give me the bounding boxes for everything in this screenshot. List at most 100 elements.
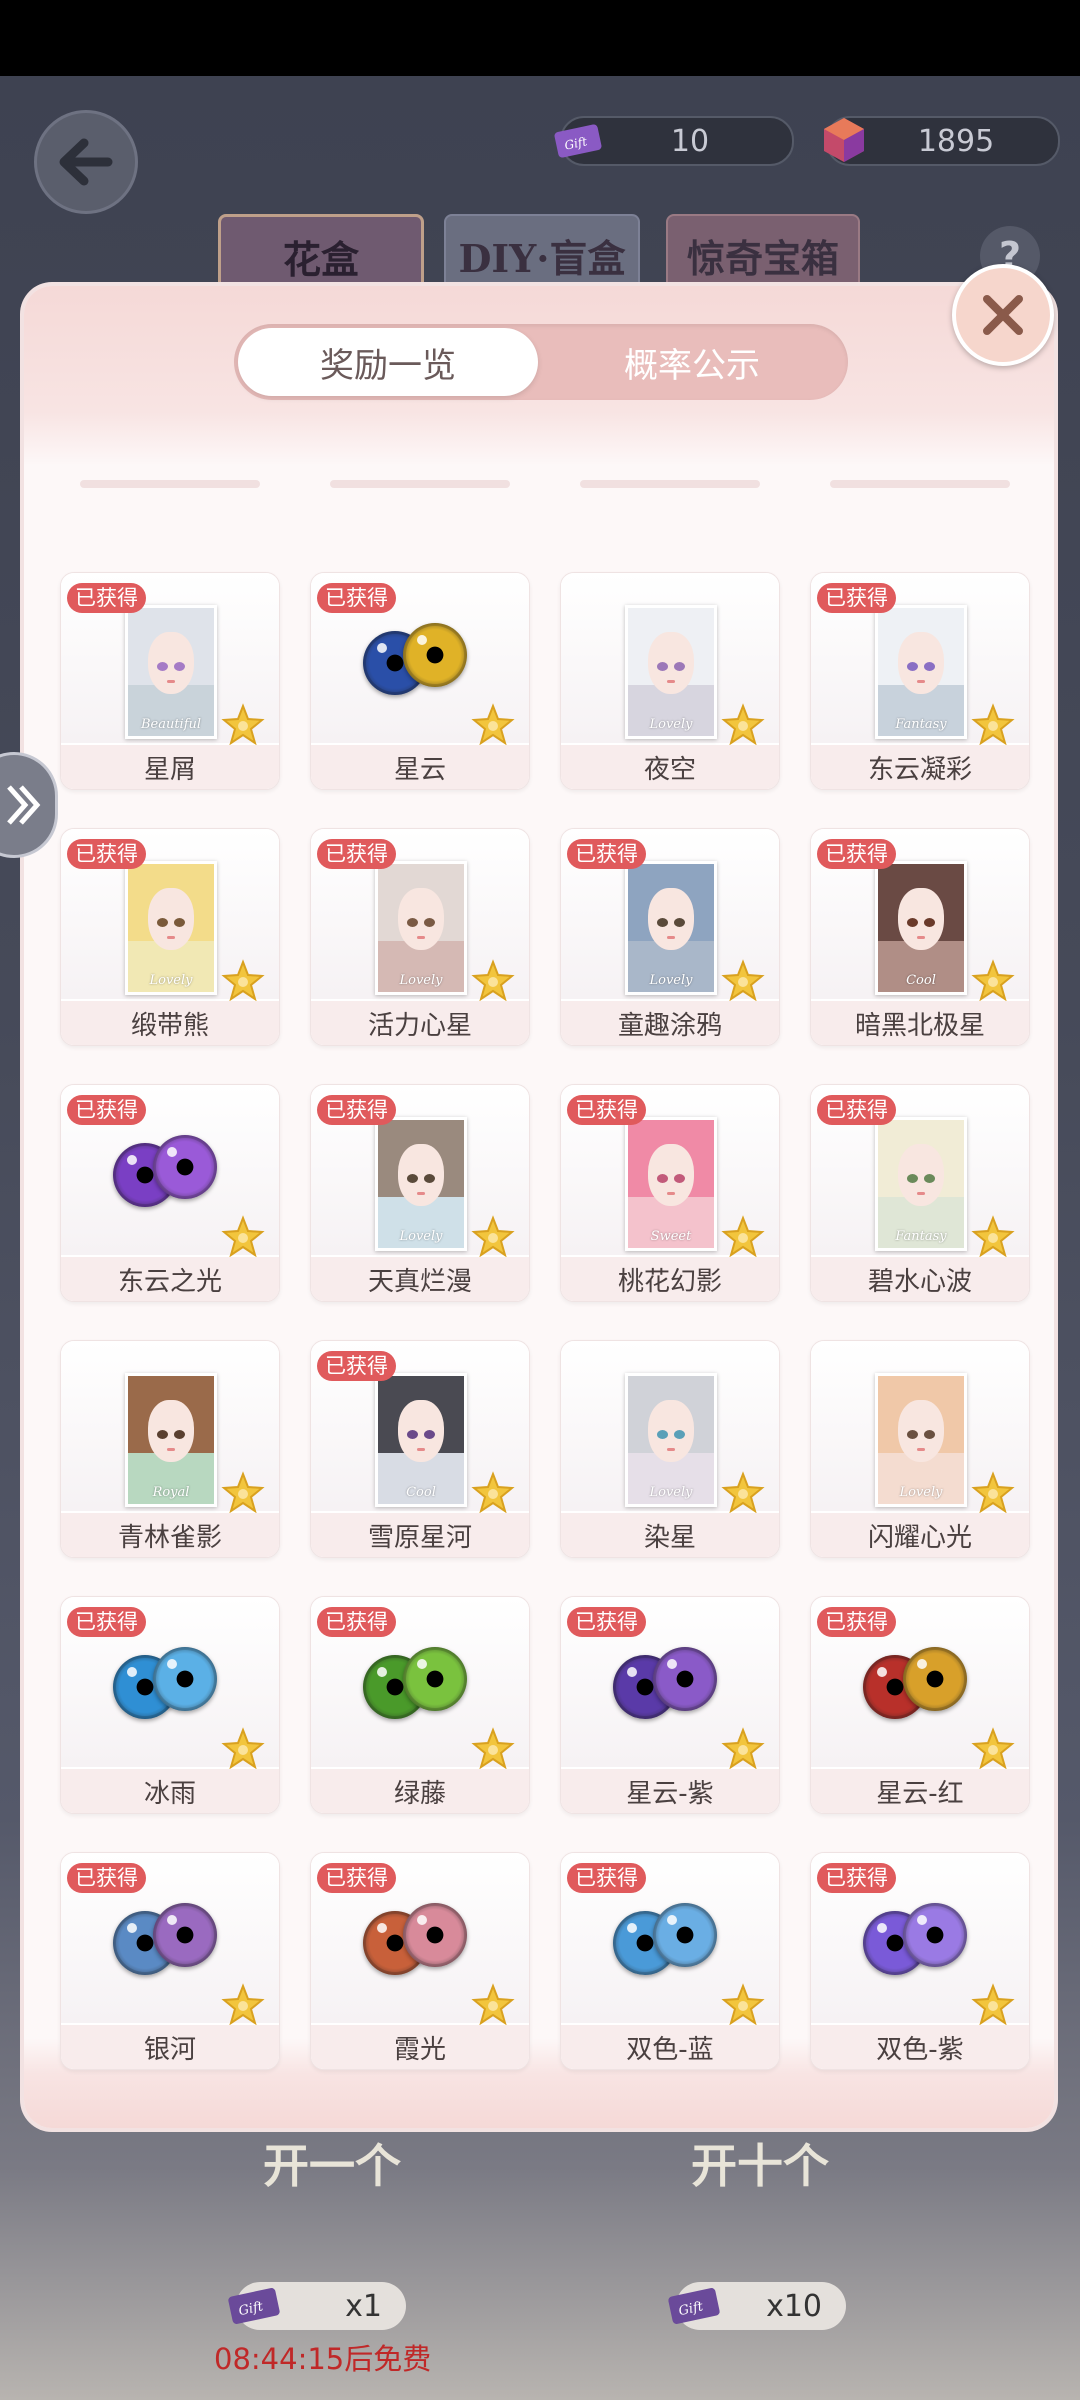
free-timer: 08:44:15后免费 (214, 2342, 432, 2376)
star-rarity-icon (471, 1727, 515, 1771)
portrait-caption: Lovely (649, 1485, 693, 1500)
reward-card[interactable]: 已获得绿藤 (310, 1596, 530, 1814)
makeup-portrait-image: Beautiful (125, 605, 217, 739)
reward-card[interactable]: Lovely 已获得 天真烂漫 (310, 1084, 530, 1302)
star-rarity-icon (971, 703, 1015, 747)
obtained-badge: 已获得 (67, 1095, 146, 1125)
gem-cube-icon (824, 118, 864, 162)
reward-card[interactable]: 已获得 星云-紫 (560, 1596, 780, 1814)
star-rarity-icon (721, 1983, 765, 2027)
reward-card[interactable]: Lovely 染星 (560, 1340, 780, 1558)
star-rarity-icon (471, 703, 515, 747)
portrait-caption: Fantasy (895, 1229, 947, 1244)
star-rarity-icon (221, 959, 265, 1003)
open-ten-button[interactable]: 开十个 (660, 2130, 860, 2240)
reward-card[interactable]: Royal 青林雀影 (60, 1340, 280, 1558)
reward-name: 碧水心波 (811, 1257, 1029, 1301)
tab-diy-blind-box[interactable]: DIY·盲盒 (444, 214, 640, 296)
reward-card[interactable]: Fantasy 已获得碧水心波 (810, 1084, 1030, 1302)
reward-card[interactable]: 已获得 双色-蓝 (560, 1852, 780, 2070)
obtained-badge: 已获得 (817, 1095, 896, 1125)
reward-card[interactable]: Lovely 闪耀心光 (810, 1340, 1030, 1558)
segment-probability[interactable]: 概率公示 (542, 328, 842, 396)
star-rarity-icon (471, 1983, 515, 2027)
close-icon (983, 295, 1023, 335)
obtained-badge: 已获得 (317, 1095, 396, 1125)
obtained-badge: 已获得 (317, 583, 396, 613)
portrait-caption: Sweet (650, 1229, 692, 1244)
star-rarity-icon (971, 1471, 1015, 1515)
open-ten-cost-value: x10 (766, 2288, 822, 2324)
reward-card[interactable]: Lovely 夜空 (560, 572, 780, 790)
segment-rewards-list[interactable]: 奖励一览 (238, 328, 538, 396)
eye-lens-image (113, 1647, 225, 1727)
makeup-portrait-image: Lovely (125, 861, 217, 995)
back-button[interactable] (34, 110, 138, 214)
star-rarity-icon (221, 1983, 265, 2027)
eye-lens-image (613, 1647, 725, 1727)
reward-grid[interactable]: Beautiful 已获得 星屑 已获得 星云 Lovely 夜空 Fantasy 已获得 东云凝… (60, 480, 1050, 2070)
reward-name: 雪原星河 (311, 1513, 529, 1557)
ticket-currency[interactable]: Gift 10 (554, 116, 794, 166)
open-one-button[interactable]: 开一个 (232, 2130, 432, 2240)
star-rarity-icon (721, 1471, 765, 1515)
eye-lens-image (863, 1647, 975, 1727)
reward-art: Lovely (561, 573, 779, 746)
makeup-portrait-image: Royal (125, 1373, 217, 1507)
open-ten-cost: Gift x10 (668, 2282, 846, 2330)
star-rarity-icon (971, 1983, 1015, 2027)
obtained-badge: 已获得 (67, 839, 146, 869)
reward-card[interactable]: Lovely 已获得 缎带熊 (60, 828, 280, 1046)
star-rarity-icon (971, 959, 1015, 1003)
reward-name: 冰雨 (61, 1769, 279, 1813)
obtained-badge: 已获得 (317, 1863, 396, 1893)
reward-card[interactable]: 已获得 星云-红 (810, 1596, 1030, 1814)
portrait-caption: Cool (406, 1485, 436, 1500)
reward-art: Lovely (811, 1341, 1029, 1514)
reward-card[interactable]: Lovely 已获得 活力心星 (310, 828, 530, 1046)
rewards-modal: 奖励一览 概率公示 Beautiful 已获得 星屑 已获得 星云 Lovely 夜空 Fan… (24, 286, 1054, 2128)
close-button[interactable] (952, 264, 1054, 366)
reward-card[interactable]: 已获得 星云 (310, 572, 530, 790)
obtained-badge: 已获得 (317, 839, 396, 869)
star-rarity-icon (471, 1215, 515, 1259)
reward-name: 霞光 (311, 2025, 529, 2069)
reward-name: 东云之光 (61, 1257, 279, 1301)
reward-name: 星云-红 (811, 1769, 1029, 1813)
portrait-caption: Lovely (399, 973, 443, 988)
open-one-label: 开一个 (263, 2139, 401, 2193)
reward-name: 绿藤 (311, 1769, 529, 1813)
reward-card[interactable]: 已获得东云之光 (60, 1084, 280, 1302)
reward-card[interactable]: Cool 已获得 雪原星河 (310, 1340, 530, 1558)
gift-ticket-icon: Gift (554, 124, 602, 158)
segment-control: 奖励一览 概率公示 (234, 324, 848, 400)
reward-art: Royal (61, 1341, 279, 1514)
obtained-badge: 已获得 (67, 1863, 146, 1893)
makeup-portrait-image: Cool (875, 861, 967, 995)
eye-lens-image (613, 1903, 725, 1983)
makeup-portrait-image: Lovely (625, 861, 717, 995)
star-rarity-icon (221, 703, 265, 747)
reward-name: 染星 (561, 1513, 779, 1557)
reward-card[interactable]: 已获得 银河 (60, 1852, 280, 2070)
reward-card[interactable]: Sweet 已获得 桃花幻影 (560, 1084, 780, 1302)
reward-name: 夜空 (561, 745, 779, 789)
reward-card[interactable]: 已获得 冰雨 (60, 1596, 280, 1814)
reward-card[interactable]: Beautiful 已获得 星屑 (60, 572, 280, 790)
reward-card[interactable]: Cool 已获得 暗黑北极星 (810, 828, 1030, 1046)
eye-lens-image (863, 1903, 975, 1983)
reward-card[interactable]: Lovely 已获得 童趣涂鸦 (560, 828, 780, 1046)
portrait-caption: Beautiful (140, 717, 202, 732)
star-rarity-icon (221, 1471, 265, 1515)
modal-header: 奖励一览 概率公示 (24, 286, 1054, 466)
obtained-badge: 已获得 (817, 839, 896, 869)
reward-card[interactable]: 已获得霞光 (310, 1852, 530, 2070)
gem-currency[interactable]: 1895 (824, 116, 1060, 166)
reward-name: 闪耀心光 (811, 1513, 1029, 1557)
back-arrow-icon (59, 138, 113, 186)
tab-surprise-chest[interactable]: 惊奇宝箱 (666, 214, 860, 296)
reward-card[interactable]: 已获得 双色-紫 (810, 1852, 1030, 2070)
reward-card[interactable]: Fantasy 已获得 东云凝彩 (810, 572, 1030, 790)
obtained-badge: 已获得 (317, 1607, 396, 1637)
makeup-portrait-image: Fantasy (875, 1117, 967, 1251)
